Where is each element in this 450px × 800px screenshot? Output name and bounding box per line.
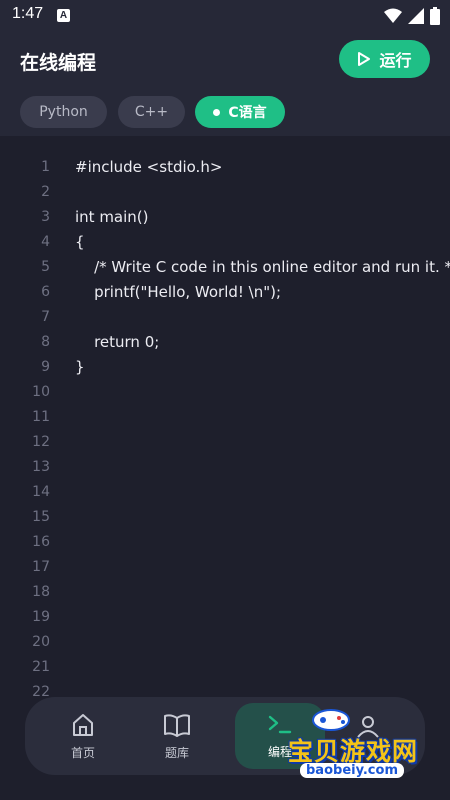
line-number: 6 bbox=[41, 284, 50, 300]
line-number: 4 bbox=[41, 234, 50, 250]
line-number: 16 bbox=[32, 534, 50, 550]
accessibility-icon: A bbox=[57, 9, 70, 22]
active-dot-icon bbox=[213, 108, 221, 116]
code-line[interactable]: 18 bbox=[0, 580, 450, 605]
line-number: 12 bbox=[32, 434, 50, 450]
bottom-nav: 首页 题库 编程 bbox=[25, 697, 425, 775]
line-number: 15 bbox=[32, 509, 50, 525]
header: 在线编程 运行 Python C++ C语言 bbox=[0, 32, 450, 136]
line-number: 7 bbox=[41, 309, 50, 325]
tab-cpp[interactable]: C++ bbox=[118, 96, 185, 128]
run-label: 运行 bbox=[379, 51, 412, 70]
line-number: 1 bbox=[41, 159, 50, 175]
code-line[interactable]: 14 bbox=[0, 480, 450, 505]
nav-label: 编程 bbox=[267, 744, 292, 759]
code-line[interactable]: 1 #include <stdio.h> bbox=[0, 155, 450, 180]
code-text: { bbox=[75, 233, 85, 251]
nav-coding[interactable]: 编程 bbox=[235, 703, 325, 769]
battery-icon bbox=[430, 7, 440, 25]
terminal-icon bbox=[268, 715, 292, 733]
code-line[interactable]: 8 return 0; bbox=[0, 330, 450, 355]
page-title: 在线编程 bbox=[20, 52, 97, 74]
nav-label: 题库 bbox=[164, 745, 189, 760]
tab-c[interactable]: C语言 bbox=[195, 96, 285, 128]
line-number: 9 bbox=[41, 359, 50, 375]
nav-label: 首页 bbox=[70, 745, 95, 760]
code-line[interactable]: 10 bbox=[0, 380, 450, 405]
run-button[interactable]: 运行 bbox=[339, 40, 430, 78]
line-number: 18 bbox=[32, 584, 50, 600]
code-line[interactable]: 21 bbox=[0, 655, 450, 680]
code-text: } bbox=[75, 358, 85, 376]
line-number: 10 bbox=[32, 384, 50, 400]
wifi-icon bbox=[384, 8, 402, 23]
code-line[interactable]: 3 int main() bbox=[0, 205, 450, 230]
code-line[interactable]: 9} bbox=[0, 355, 450, 380]
code-line[interactable]: 6 printf("Hello, World! \n"); bbox=[0, 280, 450, 305]
line-number: 2 bbox=[41, 184, 50, 200]
line-number: 20 bbox=[32, 634, 50, 650]
code-text: printf("Hello, World! \n"); bbox=[75, 283, 282, 301]
code-text: /* Write C code in this online editor an… bbox=[75, 258, 450, 276]
line-number: 21 bbox=[32, 659, 50, 675]
tab-python[interactable]: Python bbox=[20, 96, 107, 128]
line-number: 14 bbox=[32, 484, 50, 500]
code-line[interactable]: 19 bbox=[0, 605, 450, 630]
code-line[interactable]: 15 bbox=[0, 505, 450, 530]
status-bar: 1:47 A bbox=[0, 0, 450, 32]
user-icon[interactable] bbox=[355, 713, 381, 739]
code-line[interactable]: 20 bbox=[0, 630, 450, 655]
code-text: #include <stdio.h> bbox=[75, 158, 223, 176]
code-line[interactable]: 7 bbox=[0, 305, 450, 330]
code-line[interactable]: 12 bbox=[0, 430, 450, 455]
home-icon bbox=[73, 713, 93, 736]
line-number: 11 bbox=[32, 409, 50, 425]
code-text: return 0; bbox=[75, 333, 160, 351]
code-line[interactable]: 4{ bbox=[0, 230, 450, 255]
status-icons bbox=[384, 7, 440, 25]
tab-label: C语言 bbox=[228, 105, 267, 121]
line-number: 3 bbox=[41, 209, 50, 225]
code-line[interactable]: 17 bbox=[0, 555, 450, 580]
play-icon bbox=[358, 52, 371, 66]
code-line[interactable]: 5 /* Write C code in this online editor … bbox=[0, 255, 450, 280]
book-icon bbox=[164, 713, 190, 737]
tab-label: C++ bbox=[134, 104, 169, 120]
line-number: 19 bbox=[32, 609, 50, 625]
line-number: 13 bbox=[32, 459, 50, 475]
line-number: 8 bbox=[41, 334, 50, 350]
line-number: 17 bbox=[32, 559, 50, 575]
line-number: 5 bbox=[41, 259, 50, 275]
nav-home[interactable]: 首页 bbox=[38, 697, 128, 775]
code-line[interactable]: 13 bbox=[0, 455, 450, 480]
code-line[interactable]: 2 bbox=[0, 180, 450, 205]
code-line[interactable]: 16 bbox=[0, 530, 450, 555]
tab-label: Python bbox=[39, 104, 88, 120]
nav-questions[interactable]: 题库 bbox=[132, 697, 222, 775]
signal-icon bbox=[408, 8, 424, 24]
code-line[interactable]: 11 bbox=[0, 405, 450, 430]
code-text: int main() bbox=[75, 208, 149, 226]
status-time: 1:47 bbox=[12, 5, 44, 22]
